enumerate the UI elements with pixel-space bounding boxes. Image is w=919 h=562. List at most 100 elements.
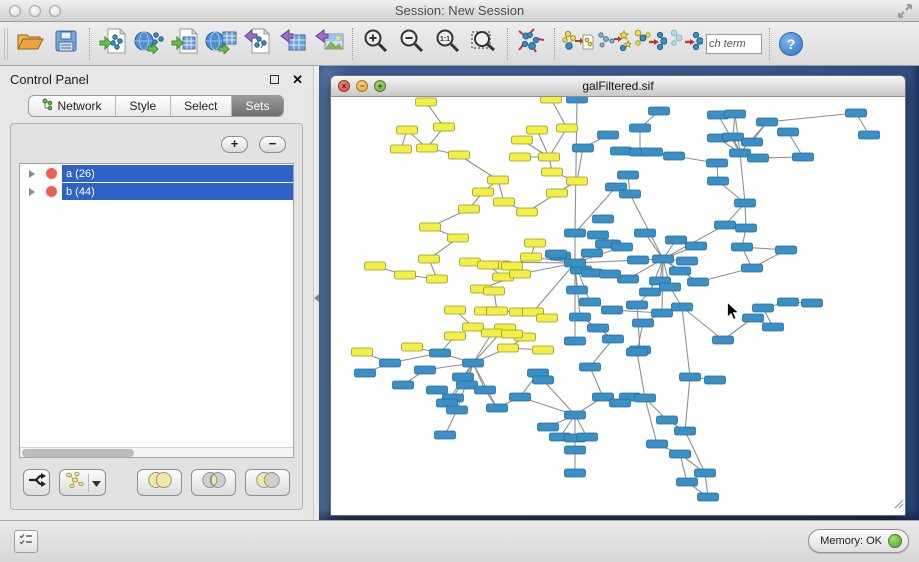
tab-sets[interactable]: Sets [232,96,283,116]
import-network-from-web-button[interactable] [131,26,167,62]
app-titlebar: Session: New Session [0,0,919,22]
network-desktop: × − + galFiltered.sif [319,66,919,520]
export-table-button[interactable] [275,26,311,62]
difference-sets-button[interactable] [245,469,290,496]
venn-intersection-icon [198,470,230,495]
zoom-out-button[interactable] [394,26,430,62]
set-label[interactable]: a (26) [62,165,293,182]
zoom-fit-icon: 1:1 [435,28,461,59]
control-panel-tabs: Network Style Select Sets [28,95,284,117]
import-network-from-file-button[interactable] [95,26,131,62]
control-panel: Control Panel ✕ Network Style Select Set… [0,66,313,520]
set-color-dot-icon [46,168,57,179]
remove-set-button[interactable]: − [259,136,286,153]
tab-select-label: Select [184,99,217,113]
checklist-icon [19,532,33,551]
save-floppy-icon [55,30,77,57]
export-network-icon [243,28,271,59]
zoom-window-button[interactable] [49,5,61,17]
network-window-controls: × − + [338,80,386,92]
zoom-selected-region-button[interactable] [466,26,502,62]
dropdown-arrow-icon[interactable] [92,474,101,492]
tab-style-label: Style [129,99,156,113]
scrollbar-thumb[interactable] [22,449,134,457]
open-file-button[interactable] [12,26,48,62]
toolbar-separator [352,28,353,60]
split-set-button[interactable] [23,469,50,496]
memory-status-button[interactable]: Memory: OK [808,529,909,553]
open-folder-icon [17,30,44,57]
main-area: Control Panel ✕ Network Style Select Set… [0,66,919,520]
split-arrow-icon [27,471,47,494]
fullscreen-icon[interactable] [897,3,913,24]
sets-panel: + − a (26) b (44) [10,123,303,510]
float-panel-icon[interactable] [270,75,279,84]
export-image-icon [314,28,344,59]
tab-network-label: Network [57,99,101,113]
add-set-button[interactable]: + [221,136,248,153]
yellow-network-icon [65,471,85,494]
tab-style[interactable]: Style [116,96,171,116]
export-image-button[interactable] [311,26,347,62]
network-view-window[interactable]: × − + galFiltered.sif [330,75,906,516]
set-color-dot-icon [46,186,57,197]
disclosure-triangle-icon[interactable] [29,170,35,178]
intersect-sets-button[interactable] [191,469,236,496]
network-tree-icon [42,98,53,114]
tab-network[interactable]: Network [29,96,116,116]
network-maximize-button[interactable]: + [374,80,386,92]
new-network-selected-nodes-all-edges-button[interactable] [632,26,668,62]
control-panel-header: Control Panel ✕ [0,66,313,93]
apply-preferred-layout-button[interactable] [513,26,549,62]
network-graph[interactable] [331,97,905,515]
new-network-from-selection-button[interactable] [560,26,596,62]
network-minimize-button[interactable]: − [356,80,368,92]
list-item[interactable]: a (26) [20,165,293,182]
tab-select[interactable]: Select [171,96,232,116]
toolbar-drag-handle[interactable] [4,28,8,60]
task-history-button[interactable] [14,530,38,553]
network-window-titlebar[interactable]: × − + galFiltered.sif [331,76,905,97]
help-button[interactable]: ? [779,32,803,56]
app-title: Session: New Session [0,3,919,18]
minimize-window-button[interactable] [29,5,41,17]
list-item[interactable]: b (44) [20,183,293,200]
close-window-button[interactable] [9,5,21,17]
layout-icon [516,27,546,60]
zoom-selected-icon [470,28,498,59]
union-sets-button[interactable] [137,469,182,496]
disclosure-triangle-icon[interactable] [29,188,35,196]
select-first-neighbors-icon [597,27,631,60]
selected-nodes-all-edges-icon [633,27,667,60]
new-network-selected-nodes-selected-edges-button[interactable] [668,26,704,62]
zoom-out-icon [399,28,425,59]
import-table-web-icon [205,28,237,59]
help-question-icon: ? [787,36,796,52]
tab-sets-label: Sets [246,99,270,113]
import-table-file-icon [171,28,199,59]
venn-difference-icon [252,470,284,495]
import-table-from-web-button[interactable] [203,26,239,62]
select-first-neighbors-button[interactable] [596,26,632,62]
create-set-from-network-button[interactable] [59,469,106,496]
search-input[interactable] [706,34,762,54]
close-panel-icon[interactable]: ✕ [292,73,303,86]
network-canvas[interactable] [331,97,905,515]
venn-buttons [137,469,290,496]
horizontal-scrollbar[interactable] [20,447,293,457]
import-network-web-icon [134,28,164,59]
save-session-button[interactable] [48,26,84,62]
resize-grip-icon[interactable] [891,496,904,514]
export-network-button[interactable] [239,26,275,62]
set-label[interactable]: b (44) [62,183,293,200]
network-close-button[interactable]: × [338,80,350,92]
mouse-cursor-icon [727,302,740,326]
zoom-in-button[interactable] [358,26,394,62]
toolbar-separator [769,28,770,60]
network-window-title: galFiltered.sif [331,79,905,93]
zoom-fit-button[interactable]: 1:1 [430,26,466,62]
svg-text:1:1: 1:1 [440,36,450,43]
window-controls [9,5,61,17]
selected-nodes-selected-edges-icon [669,27,703,60]
import-table-from-file-button[interactable] [167,26,203,62]
